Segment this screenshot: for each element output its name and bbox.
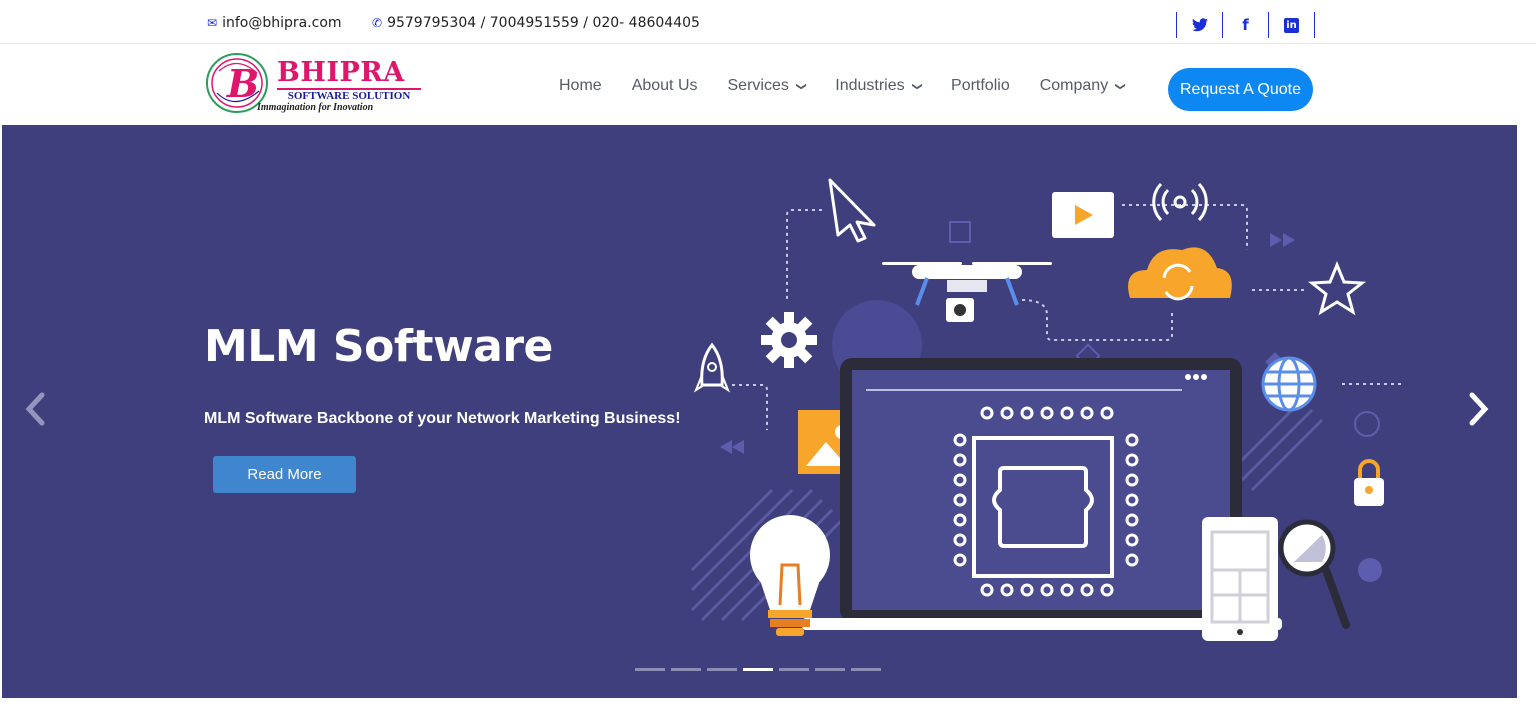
chevron-down-icon[interactable]: ❯ (796, 82, 807, 90)
phone-contact[interactable]: ✆ 9579795304 / 7004951559 / 020- 4860440… (372, 15, 700, 31)
twitter-icon[interactable] (1177, 12, 1223, 38)
request-quote-button[interactable]: Request A Quote (1168, 68, 1313, 111)
linkedin-icon[interactable]: in (1269, 12, 1315, 38)
logo-subtitle: SOFTWARE SOLUTION (277, 88, 421, 102)
hero-title: MLM Software (204, 321, 553, 372)
tech-illustration (690, 178, 1402, 641)
main-nav: Home About Us Services ❯ Industries ❯ Port… (559, 77, 1155, 95)
slide-indicator[interactable] (851, 668, 881, 671)
slide-indicator[interactable] (671, 668, 701, 671)
carousel-next-icon[interactable] (1468, 392, 1490, 435)
envelope-icon: ✉ (207, 16, 218, 30)
slide-indicator-active[interactable] (743, 668, 773, 671)
hero-subtitle: MLM Software Backbone of your Network Ma… (204, 410, 681, 427)
email-text[interactable]: info@bhipra.com (222, 15, 341, 31)
read-more-button[interactable]: Read More (213, 456, 356, 493)
slide-indicator[interactable] (635, 668, 665, 671)
chevron-down-icon[interactable]: ❯ (1115, 82, 1126, 90)
nav-industries[interactable]: Industries ❯ (835, 77, 922, 95)
top-bar: ✉ info@bhipra.com ✆ 9579795304 / 7004951… (0, 0, 1536, 44)
email-contact[interactable]: ✉ info@bhipra.com (207, 15, 342, 31)
chevron-down-icon[interactable]: ❯ (911, 82, 922, 90)
nav-company[interactable]: Company ❯ (1040, 77, 1126, 95)
bhipra-logo[interactable]: B BHIPRA SOFTWARE SOLUTION Immagination … (205, 51, 425, 115)
hero-carousel: MLM Software MLM Software Backbone of yo… (2, 125, 1517, 698)
svg-text:B: B (226, 61, 259, 106)
nav-portfolio[interactable]: Portfolio (951, 77, 1010, 95)
phone-text[interactable]: 9579795304 / 7004951559 / 020- 48604405 (387, 15, 700, 31)
carousel-prev-icon[interactable] (24, 392, 46, 435)
logo-name: BHIPRA (277, 57, 405, 88)
facebook-icon[interactable]: f (1223, 12, 1269, 38)
social-links: f in (1176, 12, 1315, 38)
slide-indicator[interactable] (707, 668, 737, 671)
nav-about-us[interactable]: About Us (632, 77, 698, 95)
phone-icon: ✆ (372, 16, 383, 30)
slide-indicator[interactable] (815, 668, 845, 671)
carousel-indicators (635, 668, 881, 671)
main-header: B BHIPRA SOFTWARE SOLUTION Immagination … (0, 45, 1536, 125)
slide-indicator[interactable] (779, 668, 809, 671)
logo-tagline: Immagination for Inovation (257, 102, 374, 113)
nav-services[interactable]: Services ❯ (728, 77, 807, 95)
nav-home[interactable]: Home (559, 77, 602, 95)
